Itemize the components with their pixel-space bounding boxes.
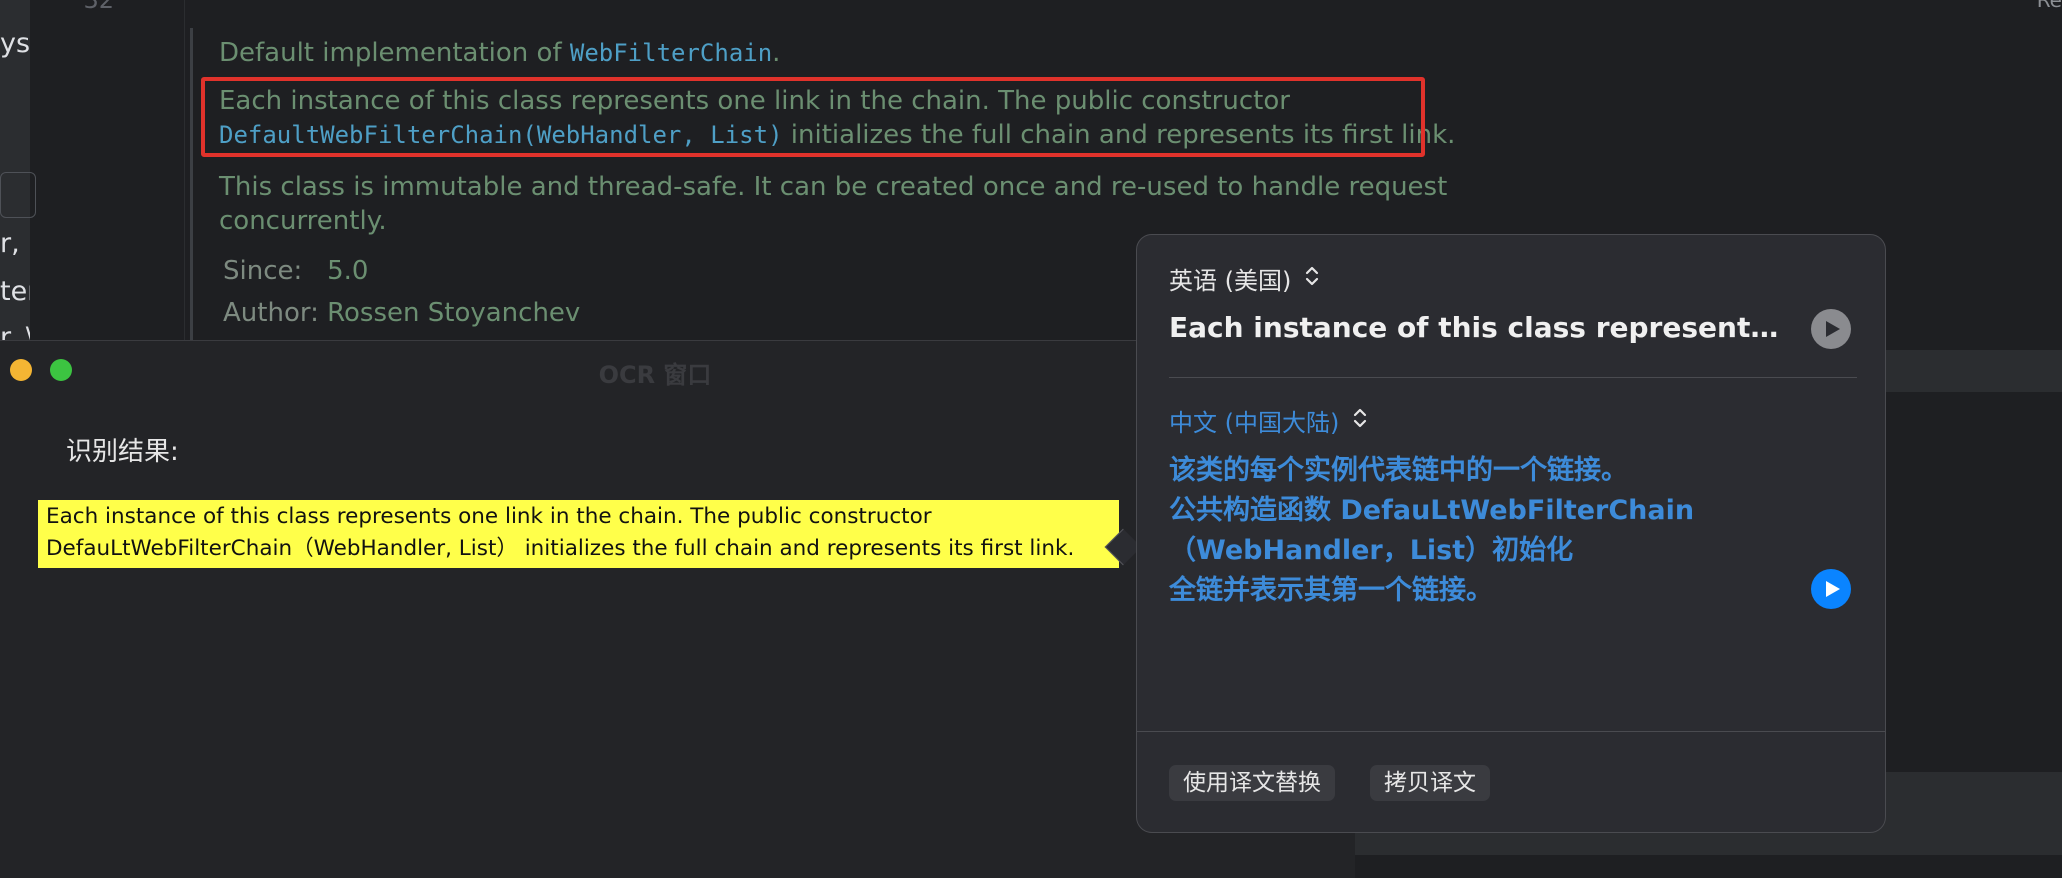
copy-translation-button[interactable]: 拷贝译文 — [1370, 765, 1490, 801]
ocr-result-line: DefauLtWebFilterChain（WebHandler, List） … — [46, 536, 1075, 561]
topright-fragment: Re — [2036, 0, 2062, 12]
ocr-result-line: Each instance of this class represents o… — [46, 504, 932, 529]
play-translation-button[interactable] — [1811, 569, 1851, 609]
divider — [1169, 377, 1857, 378]
ide-background-panel — [1885, 392, 2062, 772]
ocr-window-title: OCR 窗口 — [598, 361, 712, 389]
selection-highlight-box — [201, 77, 1425, 157]
code-link[interactable]: WebFilterChain — [570, 39, 772, 67]
ide-background-panel — [1355, 855, 2062, 878]
translated-line: 公共构造函数 DefauLtWebFilterChain — [1169, 495, 1695, 526]
doc-line: concurrently. — [219, 206, 387, 236]
play-icon — [1825, 581, 1840, 597]
translated-line: 该类的每个实例代表链中的一个链接。 — [1169, 455, 1628, 486]
chevron-updown-icon — [1305, 264, 1319, 293]
play-source-button[interactable] — [1811, 309, 1851, 349]
ocr-result-text[interactable]: Each instance of this class represents o… — [38, 500, 1119, 568]
editor-gutter: 32 — [0, 0, 185, 350]
doc-author: Author: Rossen Stoyanchev — [223, 298, 581, 328]
ide-background-bar — [1885, 350, 2062, 392]
screen: ysh r, L ter r. \ 32 Re Default implemen… — [0, 0, 2062, 878]
panel-input-box[interactable] — [0, 172, 36, 218]
doc-line: This class is immutable and thread-safe.… — [219, 172, 1448, 202]
source-language-label: 英语 (美国) — [1169, 267, 1292, 295]
translated-line: 全链并表示其第一个链接。 — [1169, 575, 1493, 606]
doc-line: Default implementation of WebFilterChain… — [219, 38, 781, 68]
divider — [1137, 731, 1885, 732]
source-language-selector[interactable]: 英语 (美国) — [1169, 261, 1319, 296]
doc-since: Since: 5.0 — [223, 256, 369, 286]
translate-popover: 英语 (美国) Each instance of this class repr… — [1136, 234, 1886, 833]
source-text[interactable]: Each instance of this class represents o… — [1169, 311, 1779, 344]
translated-text[interactable]: 该类的每个实例代表链中的一个链接。 公共构造函数 DefauLtWebFilte… — [1169, 451, 1694, 611]
target-language-label: 中文 (中国大陆) — [1169, 409, 1340, 437]
ocr-result-label: 识别结果: — [66, 437, 179, 467]
line-number: 32 — [83, 0, 114, 14]
play-icon — [1825, 321, 1840, 337]
replace-with-translation-button[interactable]: 使用译文替换 — [1169, 765, 1335, 801]
target-language-selector[interactable]: 中文 (中国大陆) — [1169, 403, 1367, 438]
translated-line: （WebHandler，List）初始化 — [1169, 535, 1574, 566]
chevron-updown-icon — [1353, 406, 1367, 435]
